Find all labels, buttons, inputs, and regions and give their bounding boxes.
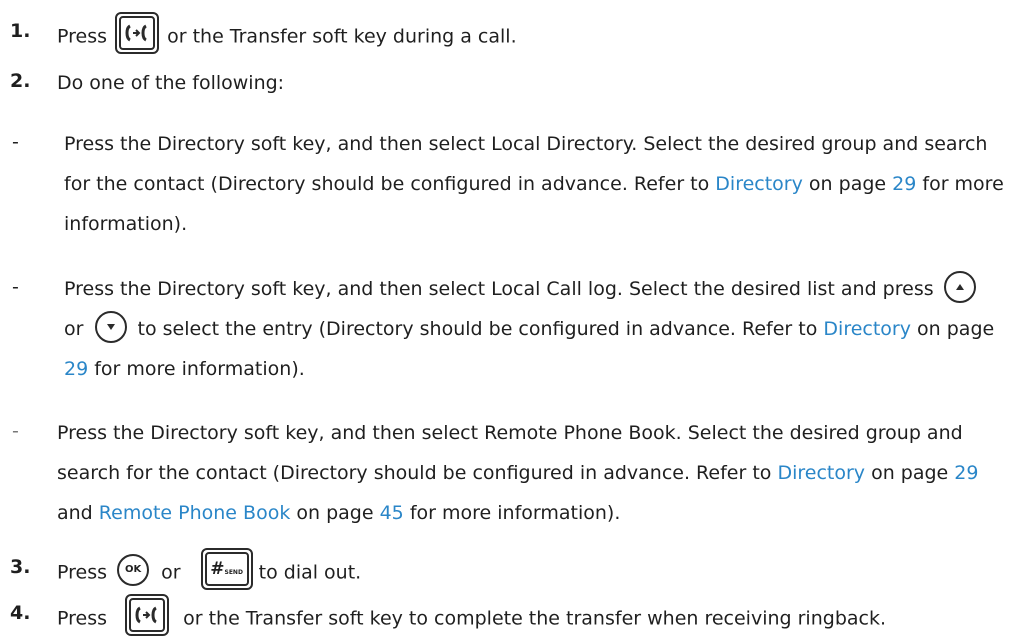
page-link[interactable]: 29 [954, 462, 978, 484]
bullet-dash: - [12, 131, 19, 153]
directory-link[interactable]: Directory [823, 318, 911, 340]
bullet-3-line-3: and Remote Phone Book on page 45 for mor… [57, 502, 621, 524]
step-4-number: 4. [10, 602, 31, 624]
step-1-rest: or the Transfer soft key during a call. [167, 25, 517, 48]
directory-link[interactable]: Directory [715, 173, 803, 195]
bullet-3-line-2: search for the contact (Directory should… [57, 462, 979, 484]
bullet-dash: - [12, 276, 19, 298]
directory-link[interactable]: Directory [777, 462, 865, 484]
bullet-2-line-2: or to select the entry (Directory should… [64, 310, 994, 343]
ok-key-icon: OK [117, 554, 150, 586]
page-link[interactable]: 29 [892, 173, 916, 195]
step-3-number: 3. [10, 556, 31, 578]
page-link[interactable]: 45 [380, 502, 404, 524]
down-navigation-icon [95, 310, 128, 343]
page-link[interactable]: 29 [64, 358, 88, 380]
step-3: Press OK or # SEND to dial out. [57, 548, 361, 590]
step-1-press: Press [57, 25, 108, 48]
bullet-2-line-1: Press the Directory soft key, and then s… [64, 270, 976, 303]
bullet-1-line-2: for the contact (Directory should be con… [64, 173, 1004, 195]
bullet-1-line-3: information). [64, 213, 188, 235]
remote-phone-book-link[interactable]: Remote Phone Book [99, 502, 291, 524]
step-1: Press or the Transfer soft key during a … [57, 12, 517, 54]
step-4: Press or the Transfer soft key to comple… [57, 594, 886, 636]
bullet-dash: - [12, 420, 19, 442]
bullet-2-line-3: 29 for more information). [64, 358, 305, 380]
step-2-number: 2. [10, 70, 31, 92]
up-navigation-icon [943, 270, 976, 303]
bullet-3-line-1: Press the Directory soft key, and then s… [57, 422, 963, 444]
step-2-text: Do one of the following: [57, 72, 285, 94]
bullet-1-line-1: Press the Directory soft key, and then s… [64, 133, 988, 155]
step-1-number: 1. [10, 20, 31, 42]
transfer-key-icon [115, 12, 160, 54]
transfer-key-icon [125, 594, 170, 636]
send-key-icon: # SEND [200, 548, 253, 590]
